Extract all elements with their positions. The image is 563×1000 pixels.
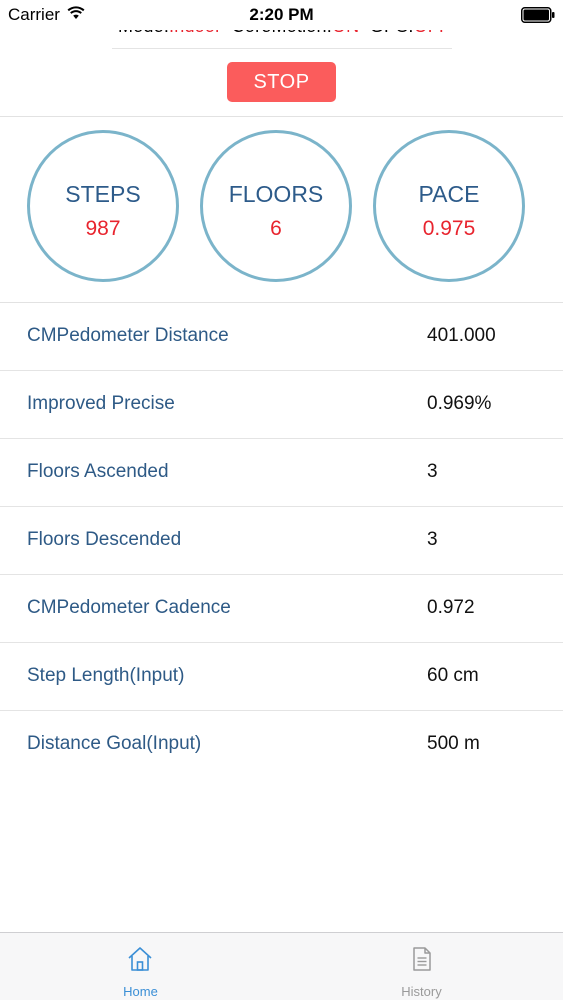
steps-title: STEPS <box>65 181 141 207</box>
steps-circle: STEPS 987 <box>27 130 179 282</box>
row-label: Improved Precise <box>27 393 175 414</box>
tab-history[interactable]: History <box>281 933 562 1000</box>
row-value: 500 m <box>427 733 480 754</box>
table-row[interactable]: Distance Goal(Input) 500 m <box>0 711 563 779</box>
row-value: 0.972 <box>427 597 475 618</box>
pace-value: 0.975 <box>422 217 476 240</box>
tab-home-label: Home <box>123 984 158 999</box>
row-value: 3 <box>427 529 438 550</box>
section-divider <box>0 116 563 117</box>
row-label: CMPedometer Cadence <box>27 597 231 618</box>
row-label: Floors Descended <box>27 529 182 550</box>
stop-button[interactable]: STOP <box>227 62 336 102</box>
row-label: Floors Ascended <box>27 461 169 482</box>
table-row[interactable]: Floors Descended 3 <box>0 507 563 575</box>
row-value: 60 cm <box>427 665 479 686</box>
status-bar: Carrier 2:20 PM <box>0 0 563 30</box>
floors-title: FLOORS <box>228 181 324 207</box>
floors-value: 6 <box>270 217 282 240</box>
pedometer-screen: Mode:Indoor CoreMotion:ON GPS:OFF Carrie… <box>0 0 563 1000</box>
mode-divider <box>112 48 452 49</box>
steps-value: 987 <box>85 217 121 240</box>
row-label: CMPedometer Distance <box>27 325 229 346</box>
pace-title: PACE <box>418 181 480 207</box>
home-icon <box>128 947 152 971</box>
row-label: Distance Goal(Input) <box>27 733 202 754</box>
document-icon <box>413 947 431 971</box>
table-row[interactable]: CMPedometer Cadence 0.972 <box>0 575 563 643</box>
table-row[interactable]: Improved Precise 0.969% <box>0 371 563 439</box>
tab-history-label: History <box>401 984 442 999</box>
table-row[interactable]: Step Length(Input) 60 cm <box>0 643 563 711</box>
table-row[interactable]: CMPedometer Distance 401.000 <box>0 303 563 371</box>
table-row[interactable]: Floors Ascended 3 <box>0 439 563 507</box>
tab-home[interactable]: Home <box>0 933 281 1000</box>
floors-circle: FLOORS 6 <box>200 130 352 282</box>
clock-time: 2:20 PM <box>249 5 314 24</box>
row-label: Step Length(Input) <box>27 665 185 686</box>
pace-circle: PACE 0.975 <box>373 130 525 282</box>
row-value: 401.000 <box>427 325 496 346</box>
tab-bar: Home History <box>0 932 563 1000</box>
row-value: 0.969% <box>427 393 492 414</box>
battery-icon <box>521 7 555 23</box>
row-value: 3 <box>427 461 438 482</box>
